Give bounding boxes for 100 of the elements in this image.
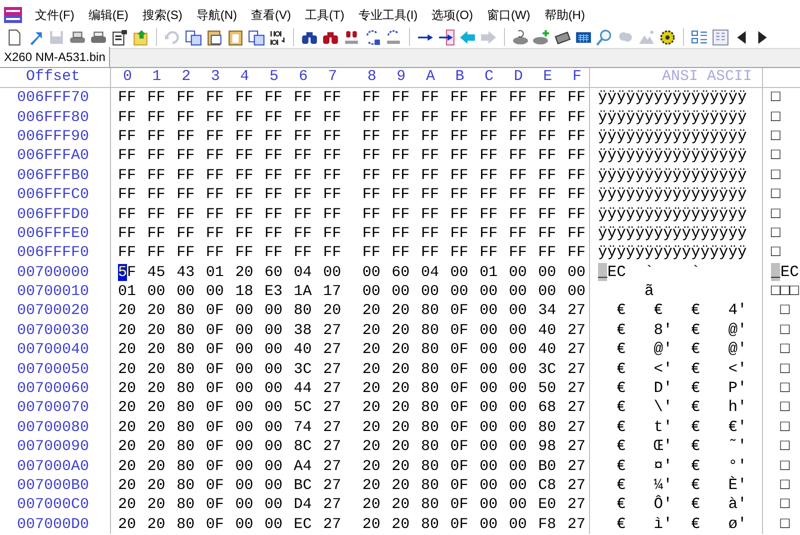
offset-label: 006FFF80 [17, 108, 90, 127]
ansi-text: ÿÿÿÿÿÿÿÿÿÿÿÿÿÿÿÿ [598, 204, 747, 224]
hex-byte: 20 [147, 301, 166, 320]
menu-item[interactable]: 编辑(E) [81, 6, 136, 24]
gear-icon[interactable] [659, 28, 676, 46]
menu-item[interactable]: 工具(T) [298, 6, 352, 24]
hex-byte: 0F [450, 418, 468, 437]
hex-byte: FF [118, 204, 136, 224]
hex-byte: FF [264, 185, 282, 204]
menu-item[interactable]: 帮助(H) [537, 6, 592, 24]
hex-byte: 80 [294, 301, 312, 320]
hex-byte: 00 [235, 437, 254, 456]
menu-item[interactable]: 窗口(W) [480, 6, 538, 24]
hex-byte: 0F [450, 495, 468, 514]
column-header: Offset [26, 68, 80, 88]
hex-byte: 27 [567, 476, 586, 495]
hex-byte: FF [264, 126, 282, 146]
hex-byte: 20 [118, 456, 136, 476]
hex-byte: 00 [264, 379, 282, 398]
offset-label: 00700090 [17, 437, 90, 456]
binoculars-icon[interactable] [343, 28, 360, 46]
hex-byte: FF [118, 185, 136, 204]
hex-byte: FF [420, 224, 439, 243]
chip-icon[interactable] [554, 28, 571, 46]
hex-byte: 80 [176, 476, 195, 495]
hex-byte: 98 [538, 437, 556, 456]
replace-icon[interactable] [364, 28, 381, 46]
column-header: 3 [210, 68, 221, 88]
menu-item[interactable]: 专业工具(I) [351, 6, 425, 24]
hex-byte: 00 [508, 437, 527, 456]
hex-byte: 00 [147, 282, 166, 302]
hex-byte: FF [294, 146, 312, 166]
text-pane-text: □ [779, 379, 790, 398]
paste-icon[interactable] [206, 28, 223, 46]
tiles-icon[interactable] [691, 28, 708, 46]
hex-byte: 27 [567, 398, 586, 418]
hex-byte: FF [480, 126, 498, 146]
hex-byte: 20 [235, 262, 254, 282]
hex-byte: FF [294, 126, 312, 146]
hex-byte: 20 [118, 379, 136, 398]
hex-byte: FF [264, 204, 282, 224]
hex-byte: 60 [264, 262, 282, 282]
hex-byte: 20 [392, 437, 410, 456]
hex-byte: 00 [264, 320, 282, 340]
text-pane-text: □ [771, 185, 780, 204]
hex-byte: 0F [206, 476, 224, 495]
hex-byte: 80 [420, 301, 439, 320]
hex-byte: 00 [480, 437, 498, 456]
hex-byte: 0F [206, 437, 224, 456]
hex-byte: 80 [176, 456, 195, 476]
clipboard-icon[interactable] [227, 28, 244, 46]
hex-byte: 00 [480, 514, 498, 534]
menu-item[interactable]: 文件(F) [28, 6, 82, 24]
search-icon[interactable] [596, 28, 613, 46]
replace-icon[interactable] [385, 28, 402, 46]
menu-item[interactable]: 导航(N) [189, 6, 244, 24]
hex-byte: 20 [118, 476, 136, 495]
printer-icon[interactable] [90, 28, 107, 46]
hex-byte: 04 [294, 262, 312, 282]
hex-byte: 20 [362, 456, 380, 476]
ansi-text: € Ô' € à' [616, 495, 747, 514]
menu-item[interactable]: 查看(V) [244, 6, 298, 24]
hex-byte: FF [508, 146, 527, 166]
copy-icon[interactable] [185, 28, 202, 46]
hex-byte: 20 [362, 301, 380, 320]
hex-byte: FF [206, 204, 224, 224]
text-pane-text: □ [771, 224, 780, 243]
document-icon[interactable] [111, 28, 128, 46]
hex-byte: FF [567, 243, 586, 262]
hex-byte: FF [362, 146, 380, 166]
ansi-text: € t' € €' [616, 418, 747, 437]
hex-byte: 0F [450, 398, 468, 418]
hex-byte: 20 [362, 495, 380, 514]
binary-icon[interactable] [269, 28, 286, 46]
arrow-icon[interactable] [438, 28, 455, 46]
hex-byte: 00 [538, 262, 556, 282]
copy-icon[interactable] [248, 28, 265, 46]
file-tab[interactable]: X260 NM-A531.bin [0, 47, 110, 67]
hex-byte: FF [392, 204, 410, 224]
hex-byte: 27 [567, 418, 586, 437]
offset-label: 00700080 [17, 418, 90, 437]
hex-byte: 0F [450, 514, 468, 534]
hex-byte: 80 [420, 379, 439, 398]
hex-byte: E0 [538, 495, 556, 514]
offset-label: 006FFF70 [17, 88, 90, 108]
menu-item[interactable]: 选项(O) [424, 6, 480, 24]
hex-byte: 27 [567, 456, 586, 476]
ansi-text: € <' € <' [616, 360, 747, 379]
offset-label: 00700020 [17, 301, 90, 320]
hex-byte: FF [176, 204, 195, 224]
hex-byte: 0F [450, 456, 468, 476]
column-header: E [542, 68, 554, 88]
scanner-icon[interactable] [69, 28, 86, 46]
hex-byte: FF [480, 108, 498, 127]
hex-byte: FF [392, 126, 410, 146]
menu-item[interactable]: 搜索(S) [135, 6, 190, 24]
column-header: F [571, 68, 582, 88]
hex-byte: FF [567, 88, 586, 108]
hex-byte: FF [147, 88, 166, 108]
disk-icon[interactable] [512, 28, 529, 46]
